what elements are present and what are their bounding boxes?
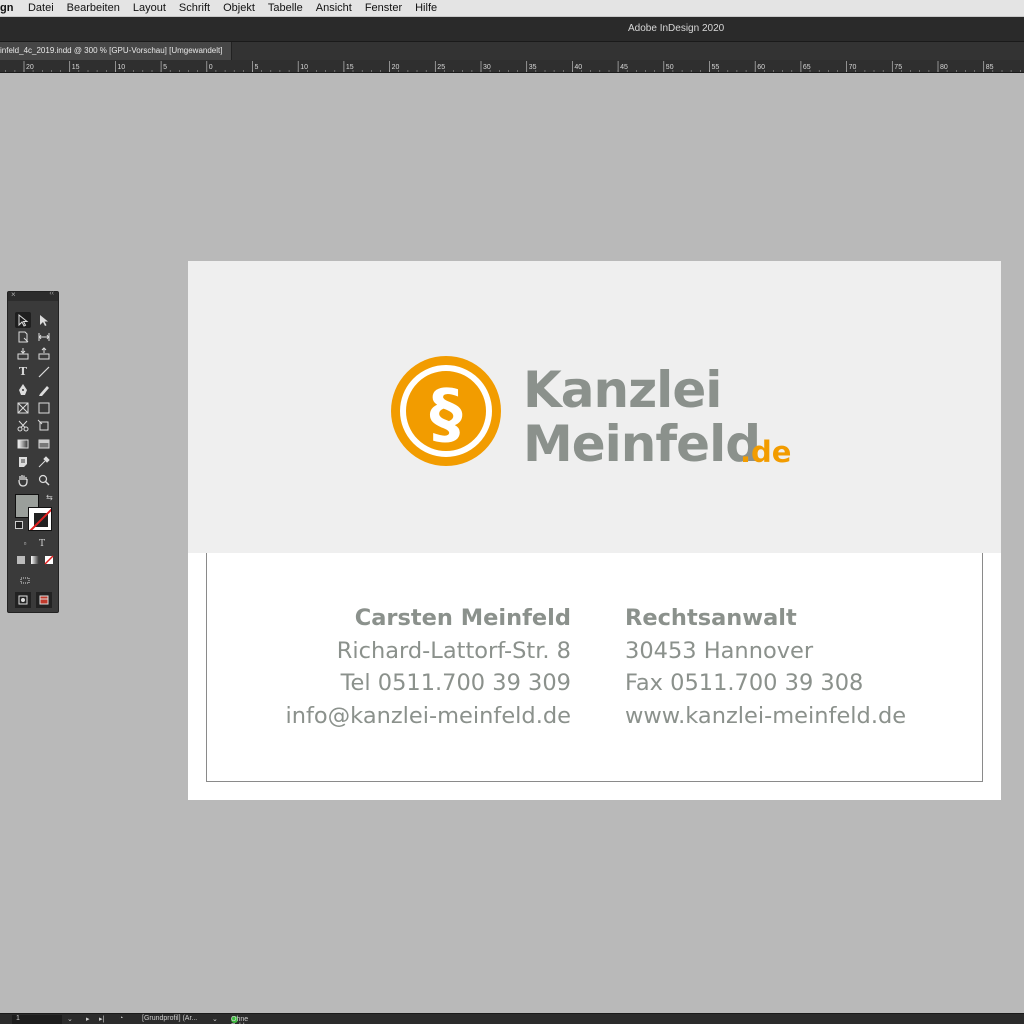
job-title: Rechtsanwalt: [625, 605, 797, 631]
content-placer-icon[interactable]: [36, 346, 52, 362]
contact-column-right: Rechtsanwalt 30453 Hannover Fax 0511.700…: [625, 602, 906, 732]
ruler-label: 80: [940, 64, 948, 71]
next-page-icon[interactable]: ▸: [86, 1015, 90, 1023]
app-title: Adobe InDesign 2020: [628, 23, 725, 34]
menu-layout[interactable]: Layout: [126, 2, 172, 14]
ruler-label: 10: [300, 64, 308, 71]
ruler-label: 10: [117, 64, 125, 71]
default-colors-icon[interactable]: [15, 521, 23, 529]
rectangle-frame-tool-icon[interactable]: [15, 400, 31, 416]
menu-ansicht[interactable]: Ansicht: [309, 2, 358, 14]
menu-bearbeiten[interactable]: Bearbeiten: [60, 2, 126, 14]
status-bar: 1 ⌄ ▸ ▸| ◔ [Grundprofil] (Ar... ⌄ Ohne F…: [0, 1013, 1024, 1024]
gap-tool-icon[interactable]: [36, 329, 52, 345]
apply-none-icon[interactable]: [41, 552, 57, 568]
document-page[interactable]: § Kanzlei Meinfeld .de Carsten Meinfeld …: [188, 261, 1001, 800]
page-dropdown-icon[interactable]: ⌄: [67, 1015, 73, 1023]
ruler-label: 15: [346, 64, 354, 71]
last-page-icon[interactable]: ▸|: [99, 1015, 104, 1023]
collapse-icon[interactable]: ‹‹: [49, 290, 54, 297]
edit-quick-mask-icon[interactable]: [15, 592, 31, 608]
profile-dropdown-icon[interactable]: ⌄: [212, 1015, 218, 1023]
menu-datei[interactable]: Datei: [21, 2, 60, 14]
eyedropper-tool-icon[interactable]: [36, 454, 52, 470]
app-menu[interactable]: gn: [0, 2, 21, 14]
content-collector-icon[interactable]: [15, 346, 31, 362]
close-icon[interactable]: ×: [11, 290, 16, 299]
zoom-tool-icon[interactable]: [36, 472, 52, 488]
person-name: Carsten Meinfeld: [354, 605, 571, 631]
ruler-label: 85: [986, 64, 994, 71]
menu-bar: gn Datei Bearbeiten Layout Schrift Objek…: [0, 0, 1024, 17]
fax-number: Fax 0511.700 39 308: [625, 670, 864, 696]
street-address: Richard-Lattorf-Str. 8: [336, 637, 571, 664]
line-tool-icon[interactable]: [36, 364, 52, 380]
page-number-field[interactable]: 1: [12, 1015, 62, 1024]
ruler-label: 75: [894, 64, 902, 71]
page-grid-icon[interactable]: [36, 592, 52, 608]
brand-domain-suffix: .de: [740, 435, 792, 469]
email-address: info@kanzlei-meinfeld.de: [285, 702, 571, 729]
app-title-bar: Adobe InDesign 2020: [0, 17, 1024, 42]
ruler-label: 40: [574, 64, 582, 71]
selection-tool-icon[interactable]: [15, 312, 31, 328]
free-transform-tool-icon[interactable]: [36, 418, 52, 434]
formatting-text-icon[interactable]: T: [34, 536, 50, 552]
open-document-icon[interactable]: ◔: [119, 1015, 123, 1022]
gradient-feather-tool-icon[interactable]: [36, 436, 52, 452]
ruler-label: 55: [712, 64, 720, 71]
horizontal-ruler[interactable]: 20 15 10 5 0 5 10 15 20 25 30 35 40 45 50 55 60 65 70 75 80 8…: [0, 60, 1024, 73]
pen-tool-icon[interactable]: [15, 382, 31, 398]
rectangle-tool-icon[interactable]: [36, 400, 52, 416]
ruler-label: 30: [483, 64, 491, 71]
page-tool-icon[interactable]: [15, 329, 31, 345]
menu-hilfe[interactable]: Hilfe: [409, 2, 444, 14]
ruler-label: 5: [255, 64, 259, 71]
phone-number: Tel 0511.700 39 309: [340, 670, 571, 696]
ruler-label: 5: [163, 64, 167, 71]
ruler-label: 20: [26, 64, 34, 71]
preflight-status-label: Ohne Fehler: [231, 1016, 251, 1024]
city-address: 30453 Hannover: [625, 637, 814, 664]
ruler-label: 45: [620, 64, 628, 71]
tools-panel: × ‹‹ T ⇆ ▫ T: [7, 290, 59, 613]
hand-tool-icon[interactable]: [15, 472, 31, 488]
ruler-label: 65: [803, 64, 811, 71]
svg-text:§: §: [430, 375, 463, 452]
menu-fenster[interactable]: Fenster: [358, 2, 408, 14]
menu-objekt[interactable]: Objekt: [217, 2, 262, 14]
ruler-label: 50: [666, 64, 674, 71]
ruler-label: 15: [72, 64, 80, 71]
tools-panel-header[interactable]: × ‹‹: [8, 290, 58, 301]
ruler-label: 20: [392, 64, 400, 71]
brand-name-line2: Meinfeld: [523, 415, 761, 473]
ruler-label: 0: [209, 64, 213, 71]
menu-schrift[interactable]: Schrift: [172, 2, 216, 14]
preflight-profile[interactable]: [Grundprofil] (Ar...: [142, 1015, 197, 1022]
formatting-container-icon[interactable]: ▫: [17, 536, 33, 552]
document-tab-row: infeld_4c_2019.indd @ 300 % [GPU-Vorscha…: [0, 42, 1024, 60]
ruler-label: 25: [437, 64, 445, 71]
note-tool-icon[interactable]: [15, 454, 31, 470]
document-tab[interactable]: infeld_4c_2019.indd @ 300 % [GPU-Vorscha…: [0, 42, 232, 60]
website-url: www.kanzlei-meinfeld.de: [625, 702, 907, 729]
contact-column-left: Carsten Meinfeld Richard-Lattorf-Str. 8 …: [285, 602, 571, 732]
brand-name-line1: Kanzlei: [523, 361, 722, 419]
screen-mode-icon[interactable]: [17, 572, 33, 588]
direct-selection-tool-icon[interactable]: [36, 312, 52, 328]
ruler-label: 60: [757, 64, 765, 71]
menu-tabelle[interactable]: Tabelle: [261, 2, 309, 14]
scissors-tool-icon[interactable]: [15, 418, 31, 434]
ruler-label: 70: [849, 64, 857, 71]
ruler-label: 35: [529, 64, 537, 71]
swap-colors-icon[interactable]: ⇆: [46, 493, 53, 502]
ruler-ticks: 20 15 10 5 0 5 10 15 20 25 30 35 40 45 50 55 60 65 70 75 80 8…: [5, 61, 1021, 72]
gradient-swatch-tool-icon[interactable]: [15, 436, 31, 452]
stroke-swatch[interactable]: [28, 507, 52, 531]
paragraph-coin-logo: §: [391, 356, 501, 466]
type-tool-icon[interactable]: T: [15, 364, 31, 380]
none-icon: [29, 508, 51, 530]
pencil-tool-icon[interactable]: [36, 382, 52, 398]
